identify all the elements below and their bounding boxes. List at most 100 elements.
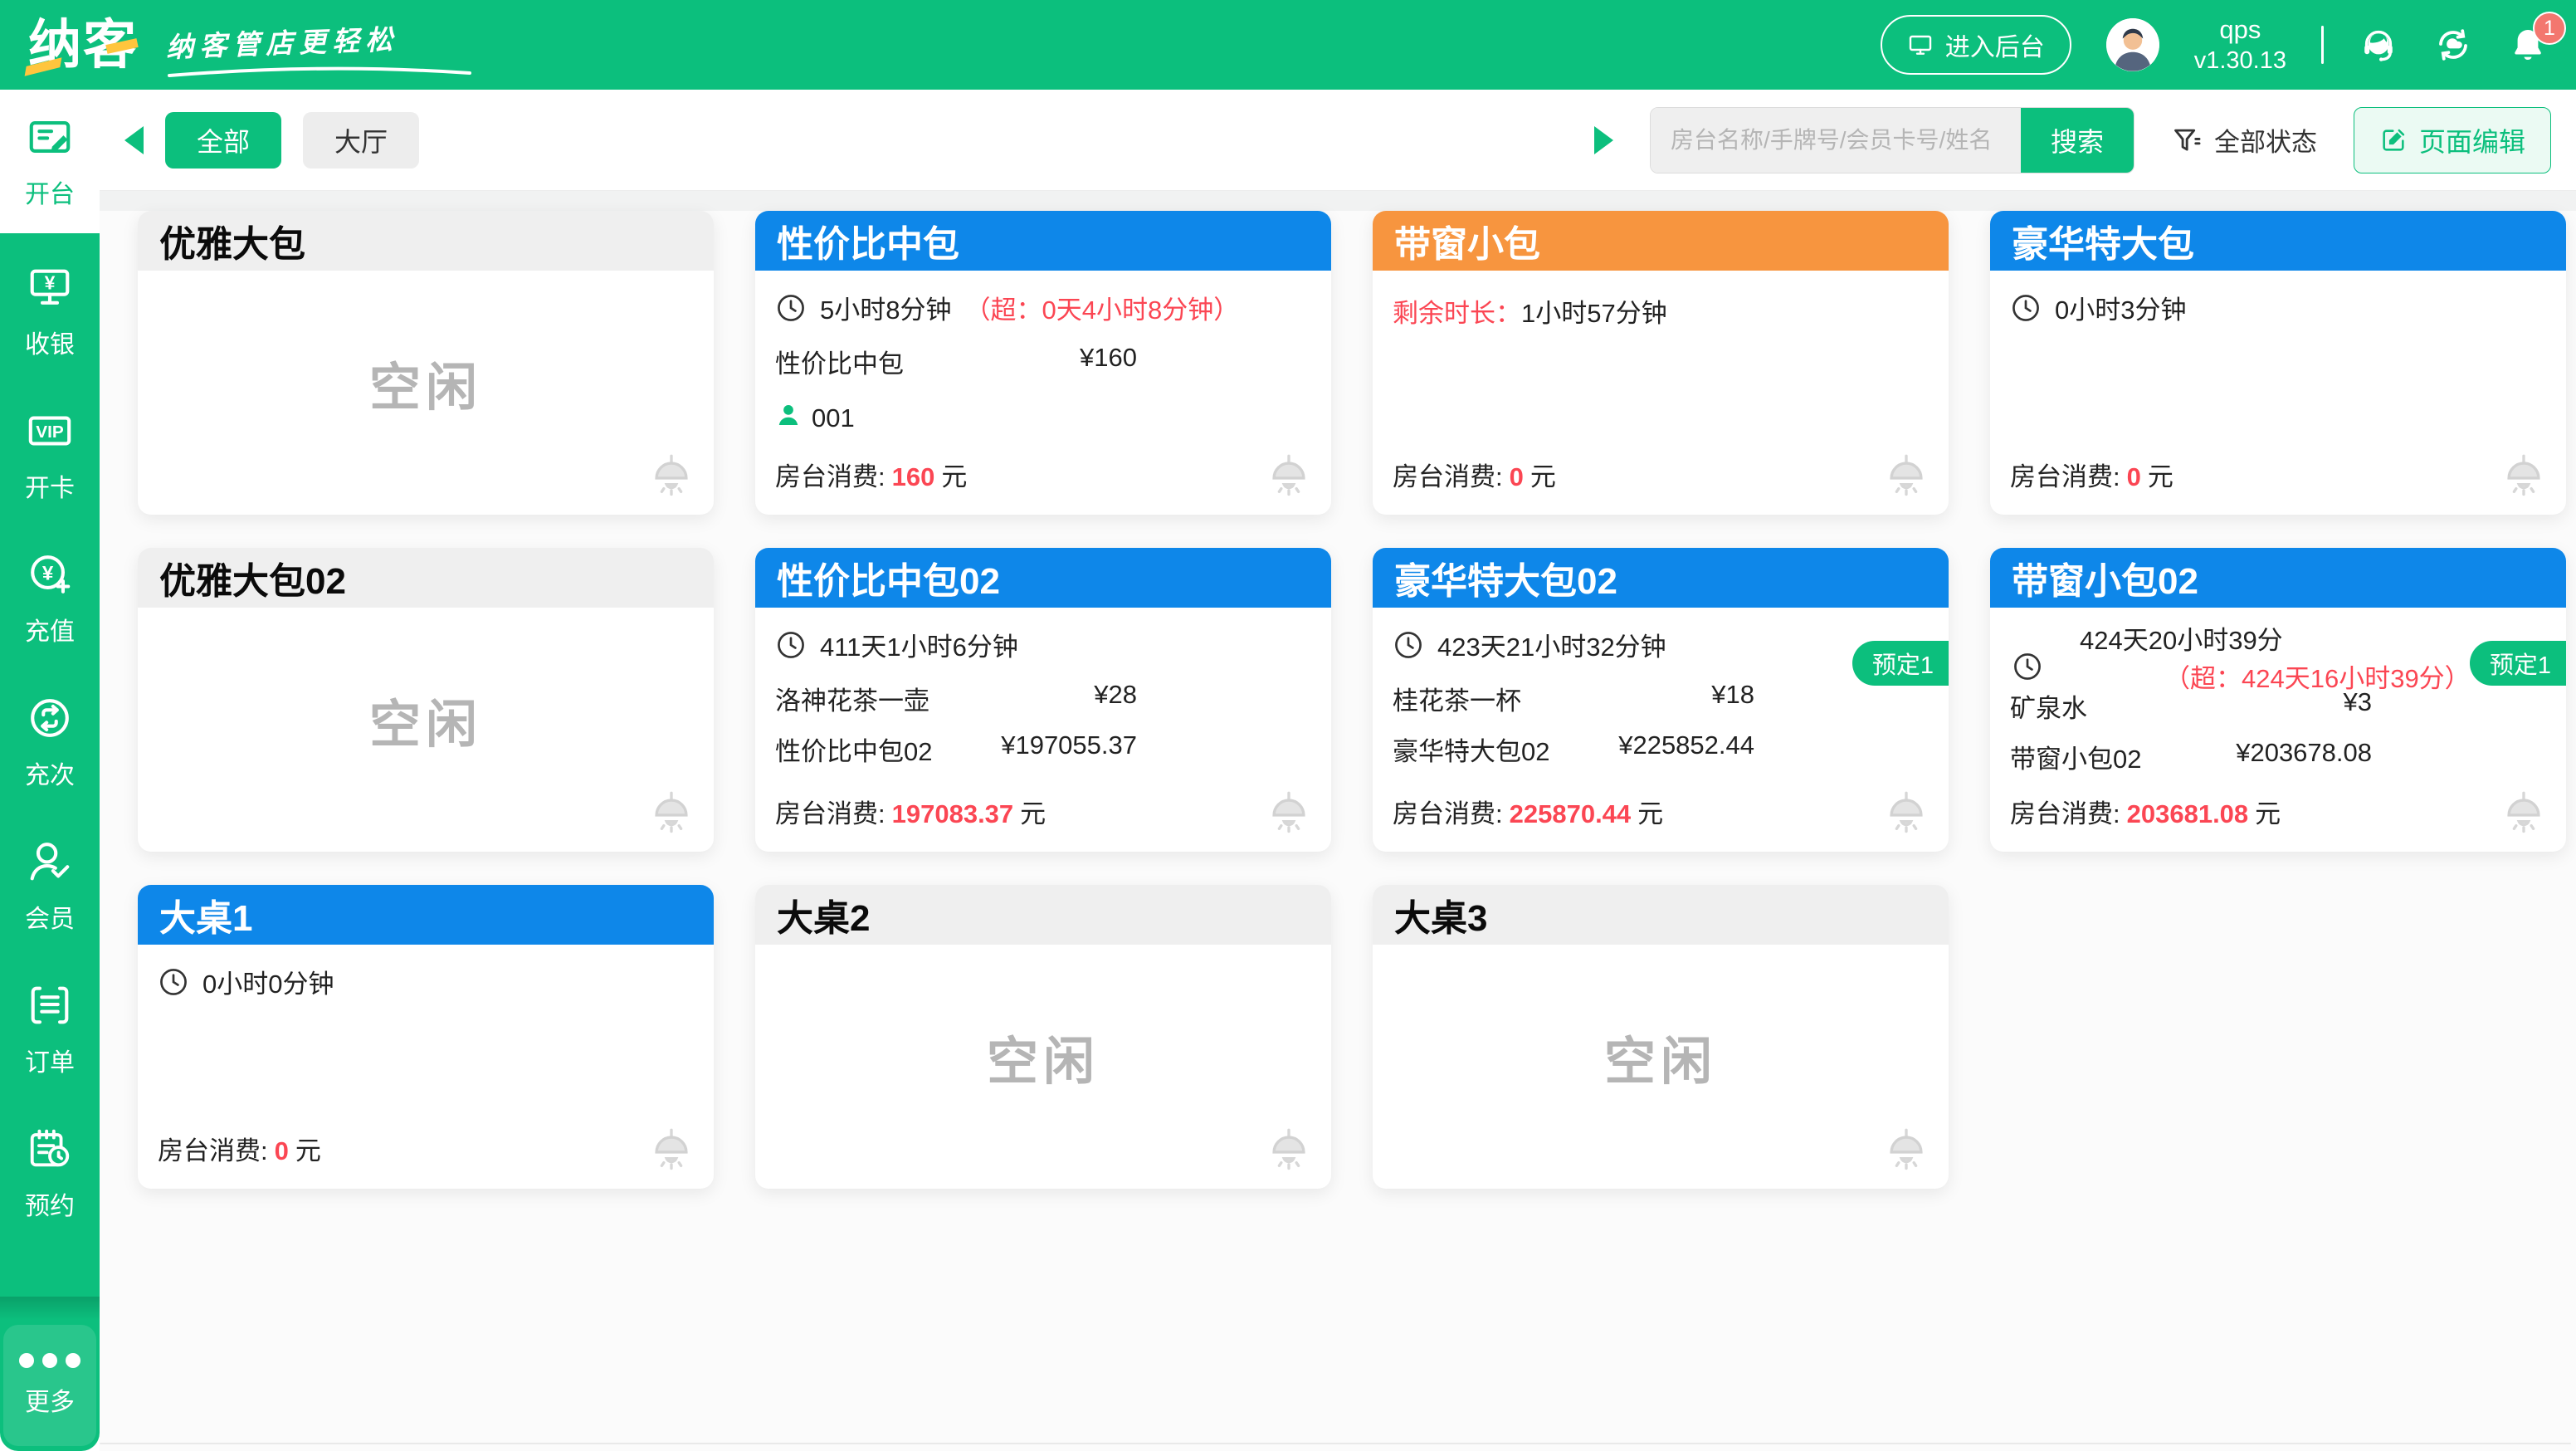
reservation-badge: 预定1 (1852, 641, 1949, 686)
duration-row: 5小时8分钟 （超：0天4小时8分钟） (775, 289, 1311, 326)
overtime-text: （超：0天4小时8分钟） (964, 289, 1239, 326)
tabs-scroll-right-icon[interactable] (1594, 126, 1613, 154)
room-card[interactable]: 大桌2 空闲 (755, 885, 1331, 1189)
room-name: 豪华特大包 (2012, 214, 2194, 267)
consumption-row: 房台消费:197083.37元 (775, 793, 1046, 830)
consumption-row: 房台消费:0元 (1393, 456, 1556, 493)
room-card-header: 性价比中包02 (755, 548, 1331, 608)
consumption-row: 房台消费:160元 (775, 456, 967, 493)
room-card[interactable]: 大桌3 空闲 (1373, 885, 1949, 1189)
item-name: 带窗小包02 (2010, 738, 2141, 775)
item-price: ¥160 (1080, 343, 1137, 380)
lamp-icon[interactable] (2500, 789, 2548, 837)
lamp-icon[interactable] (2500, 452, 2548, 500)
room-card-header: 大桌1 (138, 885, 714, 945)
main-area: 全部 大厅 搜索 全部状态 (100, 90, 2576, 1451)
item-price: ¥28 (1094, 680, 1137, 717)
lamp-icon[interactable] (1265, 789, 1313, 837)
room-card-body: 空闲 (755, 945, 1331, 1189)
sidebar-item-3[interactable]: ¥ 充值 (0, 532, 100, 666)
username: qps (2194, 14, 2286, 46)
reservation-icon (26, 1125, 74, 1177)
room-card[interactable]: 大桌1 0小时0分钟 房台消费:0元 (138, 885, 714, 1189)
header-actions: 进入后台 qps v1.30.13 (1881, 14, 2548, 76)
room-card[interactable]: 带窗小包02 424天20小时39分 （超：424天16小时39分） 矿泉水¥3… (1990, 548, 2566, 852)
sidebar-item-2[interactable]: VIP 开卡 (0, 388, 100, 522)
room-card-body: 空闲 (138, 271, 714, 515)
lamp-icon[interactable] (1882, 1126, 1930, 1174)
clock-icon (775, 629, 807, 661)
tab-1[interactable]: 大厅 (303, 112, 419, 169)
room-card[interactable]: 优雅大包02 空闲 (138, 548, 714, 852)
status-filter[interactable]: 全部状态 (2171, 121, 2317, 159)
top-header: 纳客 纳客管店更轻松 进入后台 (0, 0, 2576, 90)
room-card[interactable]: 优雅大包 空闲 (138, 211, 714, 515)
recharge-times-icon (26, 694, 74, 746)
page-edit-button[interactable]: 页面编辑 (2354, 107, 2551, 173)
order-item-row: 豪华特大包02¥225852.44 (1393, 730, 1754, 768)
tabs-scroll-left-icon[interactable] (124, 126, 144, 154)
avatar[interactable] (2106, 18, 2159, 71)
sidebar-item-5[interactable]: 会员 (0, 819, 100, 953)
enter-backstage-button[interactable]: 进入后台 (1881, 15, 2071, 75)
consumption-unit: 元 (2148, 462, 2174, 491)
brand-slogan-wrap: 纳客管店更轻松 (166, 20, 473, 78)
room-card[interactable]: 豪华特大包02 423天21小时32分钟 桂花茶一杯¥18豪华特大包02¥225… (1373, 548, 1949, 852)
slogan-underline (166, 65, 473, 78)
idle-status-text: 空闲 (369, 345, 482, 420)
lamp-icon[interactable] (1882, 452, 1930, 500)
room-card[interactable]: 带窗小包 剩余时长： 1小时57分钟 房台消费:0元 (1373, 211, 1949, 515)
idle-status-text: 空闲 (987, 1019, 1100, 1094)
lamp-icon[interactable] (647, 452, 695, 500)
sync-icon[interactable] (2433, 25, 2473, 65)
room-name: 性价比中包02 (777, 551, 1000, 604)
lamp-icon[interactable] (1265, 1126, 1313, 1174)
room-card-header: 优雅大包 (138, 211, 714, 271)
item-price: ¥197055.37 (1001, 730, 1137, 768)
sidebar-item-1[interactable]: ¥ 收银 (0, 245, 100, 379)
notification-bell-icon[interactable]: 1 (2508, 25, 2548, 65)
member-icon (26, 838, 74, 890)
consumption-label: 房台消费: (2010, 799, 2120, 828)
remaining-time-label: 剩余时长： (1393, 292, 1521, 330)
user-info[interactable]: qps v1.30.13 (2194, 14, 2286, 76)
header-divider (2321, 26, 2324, 64)
room-card[interactable]: 性价比中包02 411天1小时6分钟 洛神花茶一壶¥28性价比中包02¥1970… (755, 548, 1331, 852)
consumption-row: 房台消费:0元 (2010, 456, 2174, 493)
lamp-icon[interactable] (647, 1126, 695, 1174)
search-button[interactable]: 搜索 (2021, 108, 2134, 173)
sidebar-item-more[interactable]: 更多 (3, 1325, 96, 1446)
lamp-icon[interactable] (1882, 789, 1930, 837)
customer-service-icon[interactable] (2359, 25, 2398, 65)
duration-text: 411天1小时6分钟 (820, 626, 1018, 663)
room-name: 性价比中包 (777, 214, 959, 267)
lamp-icon[interactable] (1265, 452, 1313, 500)
clock-icon (158, 966, 189, 998)
room-card-header: 豪华特大包 (1990, 211, 2566, 271)
clock-icon (1393, 629, 1424, 661)
guest-row: 001 (775, 402, 855, 435)
sidebar-item-6[interactable]: 订单 (0, 963, 100, 1097)
sidebar-item-7[interactable]: 预约 (0, 1107, 100, 1240)
brand-area: 纳客 纳客管店更轻松 (28, 5, 473, 85)
consumption-value: 0 (1510, 462, 1524, 491)
tab-0[interactable]: 全部 (165, 112, 281, 169)
room-card[interactable]: 性价比中包 5小时8分钟 （超：0天4小时8分钟） 性价比中包¥160 001 … (755, 211, 1331, 515)
guest-icon (775, 402, 802, 435)
room-card-body: 空闲 (1373, 945, 1949, 1189)
room-name: 大桌1 (159, 888, 252, 941)
room-name: 带窗小包02 (2012, 551, 2198, 604)
notification-badge: 1 (2533, 12, 2566, 45)
lamp-icon[interactable] (647, 789, 695, 837)
order-item-row: 带窗小包02¥203678.08 (2010, 738, 2372, 775)
consumption-value: 0 (275, 1136, 289, 1165)
filter-funnel-icon (2171, 125, 2203, 156)
search-input[interactable] (1651, 108, 2021, 173)
sidebar-item-4[interactable]: 充次 (0, 676, 100, 809)
consumption-row: 房台消费:225870.44元 (1393, 793, 1663, 830)
room-card[interactable]: 豪华特大包 0小时3分钟 房台消费:0元 (1990, 211, 2566, 515)
room-card-body: 剩余时长： 1小时57分钟 房台消费:0元 (1373, 271, 1949, 515)
sidebar-item-0[interactable]: 开台 (0, 90, 100, 233)
consumption-label: 房台消费: (775, 799, 886, 828)
room-name: 大桌2 (777, 888, 870, 941)
